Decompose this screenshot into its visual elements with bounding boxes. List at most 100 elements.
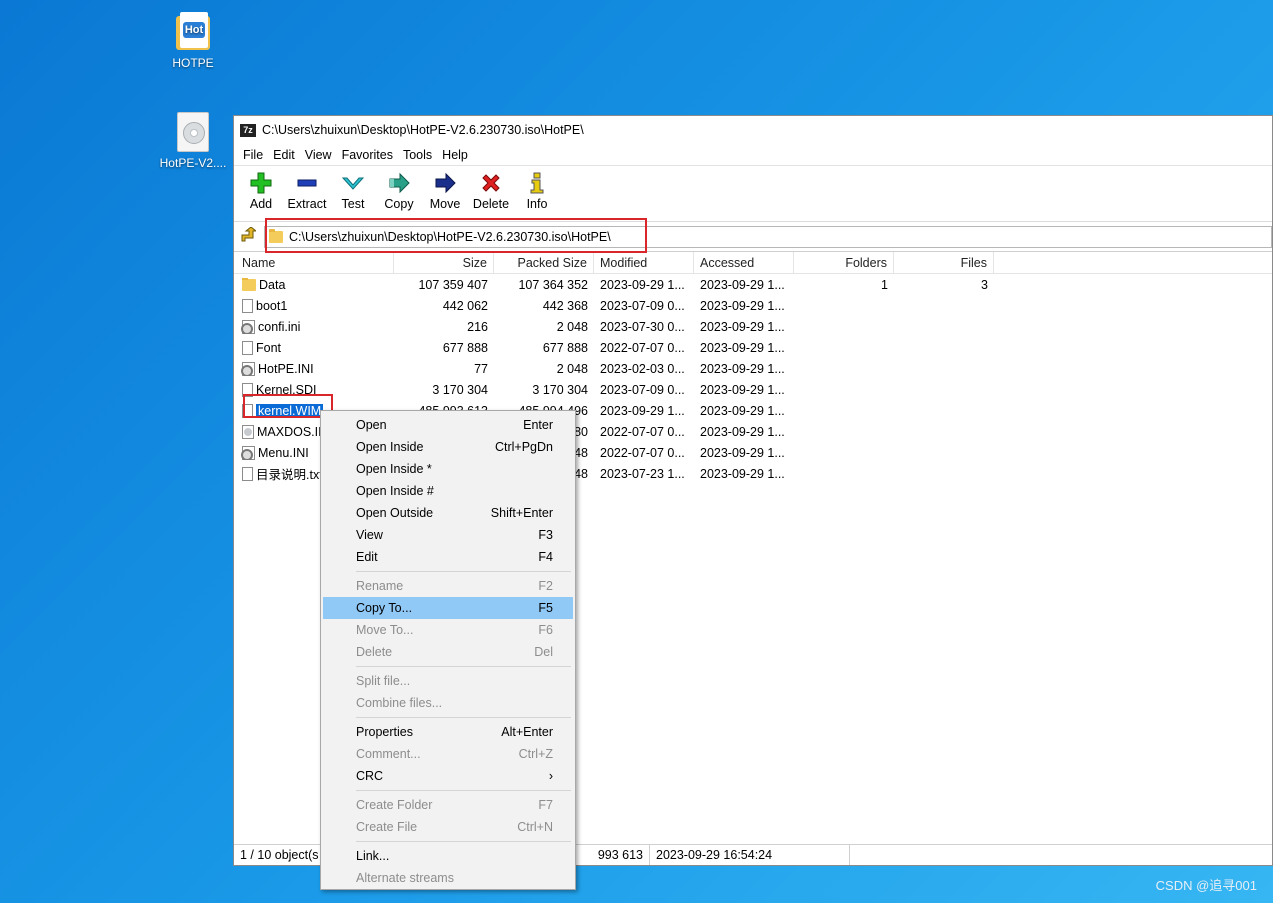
add-button[interactable]: Add bbox=[238, 166, 284, 221]
column-name[interactable]: Name bbox=[234, 252, 394, 273]
file-modified: 2022-07-07 0... bbox=[600, 424, 685, 439]
menu-item-view[interactable]: View F3 bbox=[323, 524, 573, 546]
column-accessed[interactable]: Accessed bbox=[694, 252, 794, 273]
info-button[interactable]: Info bbox=[514, 166, 560, 221]
menu-item-create-folder: Create Folder F7 bbox=[323, 794, 573, 816]
menu-item-rename: Rename F2 bbox=[323, 575, 573, 597]
menu-separator bbox=[356, 717, 571, 718]
table-row[interactable]: Font 677 888 677 888 2022-07-07 0... 202… bbox=[234, 337, 1272, 358]
file-packed-size: 442 368 bbox=[542, 298, 588, 313]
menu-item-open[interactable]: Open Enter bbox=[323, 414, 573, 436]
menu-separator bbox=[356, 841, 571, 842]
desktop: { "desktop": { "icons": [ {"label": "HOT… bbox=[0, 0, 1273, 903]
file-modified: 2022-07-07 0... bbox=[600, 340, 685, 355]
menu-item-shortcut: Alt+Enter bbox=[501, 725, 553, 739]
file-name: HotPE.INI bbox=[258, 361, 314, 376]
table-row[interactable]: boot1 442 062 442 368 2023-07-09 0... 20… bbox=[234, 295, 1272, 316]
copy-button[interactable]: Copy bbox=[376, 166, 422, 221]
disc-file-icon bbox=[242, 424, 254, 439]
menu-tools[interactable]: Tools bbox=[398, 146, 437, 164]
file-name: Data bbox=[259, 277, 286, 292]
delete-button[interactable]: Delete bbox=[468, 166, 514, 221]
file-packed-size: 677 888 bbox=[542, 340, 588, 355]
hotpe-app-icon: Hot bbox=[176, 12, 210, 52]
menu-item-open-inside-star[interactable]: Open Inside * bbox=[323, 458, 573, 480]
up-folder-icon[interactable] bbox=[240, 226, 258, 246]
menu-item-link[interactable]: Link... bbox=[323, 845, 573, 867]
file-size: 216 bbox=[467, 319, 488, 334]
menu-item-move-to: Move To... F6 bbox=[323, 619, 573, 641]
desktop-icon-hotpe[interactable]: Hot HOTPE bbox=[153, 12, 233, 70]
file-modified: 2022-07-07 0... bbox=[600, 445, 685, 460]
menu-item-shortcut: Ctrl+PgDn bbox=[494, 440, 553, 454]
menu-help[interactable]: Help bbox=[437, 146, 473, 164]
file-accessed: 2023-09-29 1... bbox=[700, 361, 785, 376]
menu-item-shortcut: Del bbox=[534, 645, 553, 659]
delete-icon bbox=[480, 171, 502, 195]
column-size[interactable]: Size bbox=[394, 252, 494, 273]
menu-view[interactable]: View bbox=[300, 146, 337, 164]
7zip-app-icon: 7z bbox=[240, 123, 256, 137]
title-bar[interactable]: 7z C:\Users\zhuixun\Desktop\HotPE-V2.6.2… bbox=[234, 116, 1272, 144]
path-input[interactable]: C:\Users\zhuixun\Desktop\HotPE-V2.6.2307… bbox=[264, 225, 1272, 248]
info-icon bbox=[526, 171, 548, 195]
file-packed-size: 2 048 bbox=[556, 361, 588, 376]
menu-item-edit[interactable]: Edit F4 bbox=[323, 546, 573, 568]
menu-item-shortcut: F3 bbox=[538, 528, 553, 542]
file-modified: 2023-07-09 0... bbox=[600, 298, 685, 313]
table-row[interactable]: confi.ini 216 2 048 2023-07-30 0... 2023… bbox=[234, 316, 1272, 337]
hot-badge: Hot bbox=[182, 22, 206, 38]
file-name: Font bbox=[256, 340, 282, 355]
menu-item-label: Create Folder bbox=[356, 798, 433, 812]
test-button[interactable]: Test bbox=[330, 166, 376, 221]
file-size: 3 170 304 bbox=[432, 382, 488, 397]
column-folders[interactable]: Folders bbox=[794, 252, 894, 273]
column-files[interactable]: Files bbox=[894, 252, 994, 273]
menu-separator bbox=[356, 666, 571, 667]
file-name: kernel.WIM bbox=[256, 403, 324, 418]
menu-item-label: Open Inside # bbox=[356, 484, 434, 498]
menu-item-label: View bbox=[356, 528, 383, 542]
menu-bar: File Edit View Favorites Tools Help bbox=[234, 144, 1272, 166]
menu-item-open-inside[interactable]: Open Inside Ctrl+PgDn bbox=[323, 436, 573, 458]
context-menu: Open Enter Open Inside Ctrl+PgDn Open Insi… bbox=[320, 410, 576, 890]
file-accessed: 2023-09-29 1... bbox=[700, 340, 785, 355]
status-objects: 1 / 10 object(s bbox=[234, 845, 334, 865]
menu-item-alternate-streams: Alternate streams bbox=[323, 867, 573, 889]
menu-item-shortcut: Enter bbox=[523, 418, 553, 432]
file-size: 77 bbox=[474, 361, 488, 376]
file-accessed: 2023-09-29 1... bbox=[700, 445, 785, 460]
extract-button[interactable]: Extract bbox=[284, 166, 330, 221]
move-button[interactable]: Move bbox=[422, 166, 468, 221]
check-icon bbox=[342, 171, 364, 195]
column-modified[interactable]: Modified bbox=[594, 252, 694, 273]
menu-favorites[interactable]: Favorites bbox=[337, 146, 398, 164]
desktop-icon-label: HOTPE bbox=[172, 56, 214, 70]
menu-item-open-outside[interactable]: Open Outside Shift+Enter bbox=[323, 502, 573, 524]
menu-item-open-inside-hash[interactable]: Open Inside # bbox=[323, 480, 573, 502]
menu-item-create-file: Create File Ctrl+N bbox=[323, 816, 573, 838]
file-accessed: 2023-09-29 1... bbox=[700, 319, 785, 334]
menu-item-label: Create File bbox=[356, 820, 418, 834]
menu-edit[interactable]: Edit bbox=[268, 146, 300, 164]
column-packed-size[interactable]: Packed Size bbox=[494, 252, 594, 273]
address-bar: C:\Users\zhuixun\Desktop\HotPE-V2.6.2307… bbox=[234, 222, 1272, 252]
table-row[interactable]: Kernel.SDI 3 170 304 3 170 304 2023-07-0… bbox=[234, 379, 1272, 400]
file-packed-size: 2 048 bbox=[556, 319, 588, 334]
menu-item-label: Combine files... bbox=[356, 696, 443, 710]
menu-item-crc[interactable]: CRC › bbox=[323, 765, 573, 787]
table-row[interactable]: Data 107 359 407 107 364 352 2023-09-29 … bbox=[234, 274, 1272, 295]
menu-item-label: Copy To... bbox=[356, 601, 413, 615]
menu-item-combine-files: Combine files... bbox=[323, 692, 573, 714]
file-modified: 2023-02-03 0... bbox=[600, 361, 685, 376]
menu-item-properties[interactable]: Properties Alt+Enter bbox=[323, 721, 573, 743]
file-icon bbox=[242, 298, 253, 313]
menu-file[interactable]: File bbox=[238, 146, 268, 164]
extract-label: Extract bbox=[287, 197, 327, 211]
menu-item-shortcut: Ctrl+Z bbox=[518, 747, 553, 761]
settings-file-icon bbox=[241, 319, 255, 334]
desktop-icon-iso[interactable]: HotPE-V2.... bbox=[153, 112, 233, 170]
file-icon bbox=[242, 403, 253, 418]
table-row[interactable]: HotPE.INI 77 2 048 2023-02-03 0... 2023-… bbox=[234, 358, 1272, 379]
menu-item-copy-to[interactable]: Copy To... F5 bbox=[323, 597, 573, 619]
